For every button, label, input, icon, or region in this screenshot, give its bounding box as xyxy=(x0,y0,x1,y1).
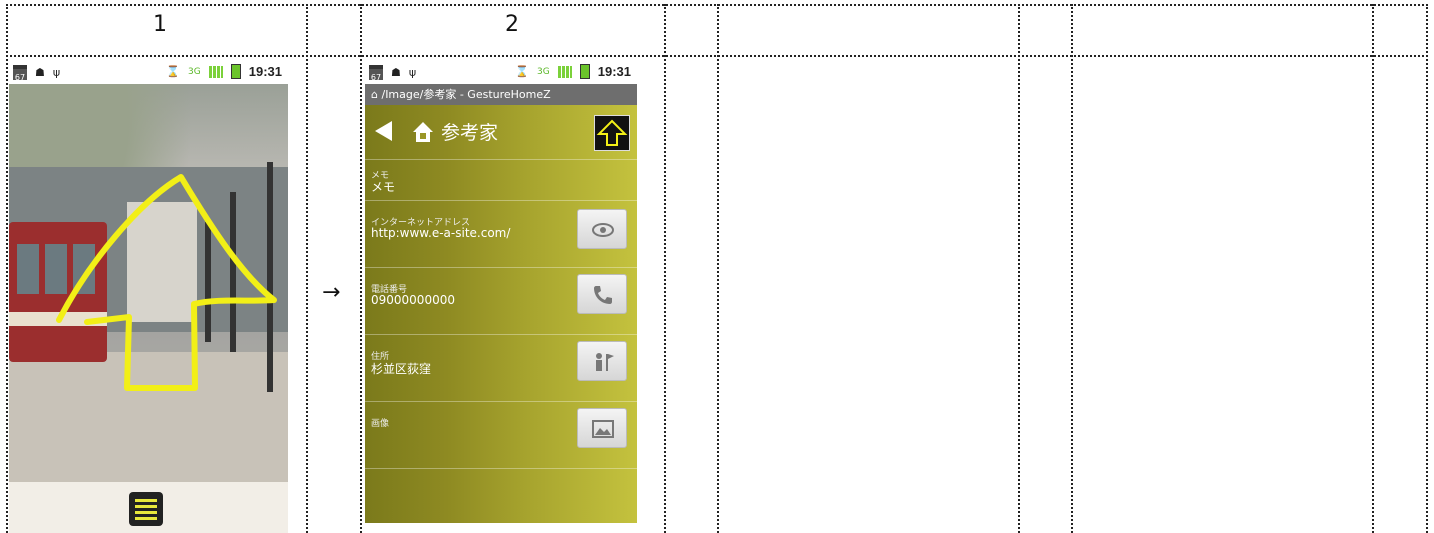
field-value: 杉並区荻窪 xyxy=(371,362,432,376)
image-icon xyxy=(592,420,614,438)
grid-line xyxy=(1372,4,1374,533)
grid-line xyxy=(6,4,8,533)
person-flag-icon xyxy=(596,353,614,371)
image-button[interactable] xyxy=(577,408,627,448)
field-row-image: 画像 xyxy=(365,402,637,469)
field-value: メモ xyxy=(371,180,396,194)
phone-screen-1: 67 ☗ ψ ⌛ 3G 19:31 xyxy=(9,62,288,533)
call-button[interactable] xyxy=(577,274,627,314)
grid-line xyxy=(664,4,666,533)
signal-icon xyxy=(557,65,572,78)
grid-line xyxy=(717,4,719,533)
transition-arrow: → xyxy=(322,280,341,305)
gesture-arrow-stroke xyxy=(56,174,277,391)
header-title: 参考家 xyxy=(441,122,499,144)
status-bar: 67 ☗ ψ ⌛ 3G 19:31 xyxy=(365,62,637,84)
phone-icon xyxy=(594,286,612,304)
column-number-2: 2 xyxy=(505,12,519,37)
android-icon: ☗ xyxy=(391,66,401,79)
calendar-icon: 67 xyxy=(369,65,383,82)
window-title: /Image/参考家 - GestureHomeZ xyxy=(381,88,551,101)
gesture-up-button[interactable] xyxy=(594,115,630,151)
network-3g-icon: 3G xyxy=(537,66,550,77)
grid-line xyxy=(1018,4,1020,533)
home-icon xyxy=(413,122,433,142)
usb-icon: ψ xyxy=(408,66,417,79)
alarm-icon: ⌛ xyxy=(515,65,530,78)
grid-line xyxy=(306,4,308,533)
menu-list-icon[interactable] xyxy=(129,492,163,526)
field-row-url: インターネットアドレス http:www.e-a-site.com/ xyxy=(365,201,637,268)
up-arrow-icon xyxy=(596,119,628,146)
phone-screen-2: 67 ☗ ψ ⌛ 3G 19:31 ⌂ /Image/参考家 - Gesture… xyxy=(365,62,637,523)
app-header: 参考家 xyxy=(365,105,637,160)
window-title-bar: ⌂ /Image/参考家 - GestureHomeZ xyxy=(365,84,637,105)
field-label: 画像 xyxy=(371,419,390,429)
field-row-address: 住所 杉並区荻窪 xyxy=(365,335,637,402)
grid-line xyxy=(6,4,1428,6)
grid-line xyxy=(6,55,1428,57)
field-row-phone: 電話番号 09000000000 xyxy=(365,268,637,335)
home-small-icon: ⌂ xyxy=(371,88,382,101)
field-value: 09000000000 xyxy=(371,293,455,307)
field-value: http:www.e-a-site.com/ xyxy=(371,226,511,240)
grid-line xyxy=(1071,4,1073,533)
map-button[interactable] xyxy=(577,341,627,381)
grid-line xyxy=(360,4,362,533)
field-row-memo: メモ メモ xyxy=(365,160,637,201)
grid-line xyxy=(1426,4,1428,533)
status-time: 19:31 xyxy=(597,64,631,79)
eye-icon xyxy=(592,223,614,237)
view-button[interactable] xyxy=(577,209,627,249)
back-arrow-icon[interactable] xyxy=(375,121,392,141)
column-number-1: 1 xyxy=(153,12,167,37)
battery-icon xyxy=(579,64,590,79)
